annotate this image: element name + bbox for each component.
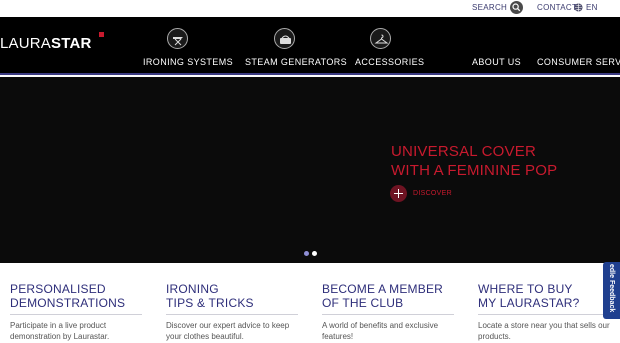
feature-description: A world of benefits and exclusive featur… xyxy=(322,321,439,341)
globe-icon[interactable] xyxy=(574,3,583,12)
contact-link[interactable]: CONTACT xyxy=(537,3,577,13)
divider xyxy=(322,314,454,315)
feedback-tab[interactable]: edle Feedback xyxy=(603,262,620,319)
ironing-board-icon[interactable] xyxy=(167,28,188,49)
carousel-dot-1[interactable] xyxy=(304,251,309,256)
feature-title-line1: WHERE TO BUY xyxy=(478,282,573,296)
feature-title-line2: OF THE CLUB xyxy=(322,296,404,310)
divider xyxy=(10,314,142,315)
steam-generator-icon[interactable] xyxy=(274,28,295,49)
feature-title-line1: PERSONALISED xyxy=(10,282,106,296)
hero-banner: UNIVERSAL COVER WITH A FEMININE POP DISC… xyxy=(0,77,620,263)
feature-tips-tricks[interactable]: IRONING TIPS & TRICKS Discover our exper… xyxy=(166,282,301,341)
feature-demonstrations[interactable]: PERSONALISED DEMONSTRATIONS Participate … xyxy=(10,282,145,341)
feature-title-line2: DEMONSTRATIONS xyxy=(10,296,126,310)
nav-ironing-systems[interactable]: IRONING SYSTEMS xyxy=(143,57,233,67)
feature-title-line2: MY LAURASTAR? xyxy=(478,296,580,310)
feature-club-member[interactable]: BECOME A MEMBER OF THE CLUB A world of b… xyxy=(322,282,457,341)
nav-consumer-service[interactable]: CONSUMER SERVICE xyxy=(537,57,620,67)
search-icon[interactable] xyxy=(510,1,523,14)
feature-title-line1: IRONING xyxy=(166,282,219,296)
hero-title-line1: UNIVERSAL COVER xyxy=(391,143,536,160)
feature-title-line2: TIPS & TRICKS xyxy=(166,296,254,310)
hero-title-line2: WITH A FEMININE POP xyxy=(391,162,558,179)
plus-icon[interactable] xyxy=(390,185,407,202)
feature-title-line1: BECOME A MEMBER xyxy=(322,282,444,296)
nav-steam-generators[interactable]: STEAM GENERATORS xyxy=(245,57,347,67)
nav-about-us[interactable]: ABOUT US xyxy=(472,57,521,67)
divider xyxy=(478,314,610,315)
language-selector[interactable]: EN xyxy=(586,3,598,13)
feature-description: Locate a store near you that sells our p… xyxy=(478,321,610,341)
hanger-icon[interactable] xyxy=(370,28,391,49)
feature-description: Discover our expert advice to keep your … xyxy=(166,321,290,341)
search-link[interactable]: SEARCH xyxy=(472,3,507,13)
feature-description: Participate in a live product demonstrat… xyxy=(10,321,110,341)
utility-bar: SEARCH CONTACT EN xyxy=(0,0,620,17)
laurastar-logo[interactable]: LAURASTAR xyxy=(0,36,92,52)
nav-accessories[interactable]: ACCESSORIES xyxy=(355,57,424,67)
logo-cross-mark xyxy=(99,32,104,37)
divider xyxy=(166,314,298,315)
feature-where-to-buy[interactable]: WHERE TO BUY MY LAURASTAR? Locate a stor… xyxy=(478,282,613,341)
feedback-label: edle Feedback xyxy=(608,264,615,313)
carousel-dot-2[interactable] xyxy=(312,251,317,256)
discover-button[interactable]: DISCOVER xyxy=(413,189,452,198)
